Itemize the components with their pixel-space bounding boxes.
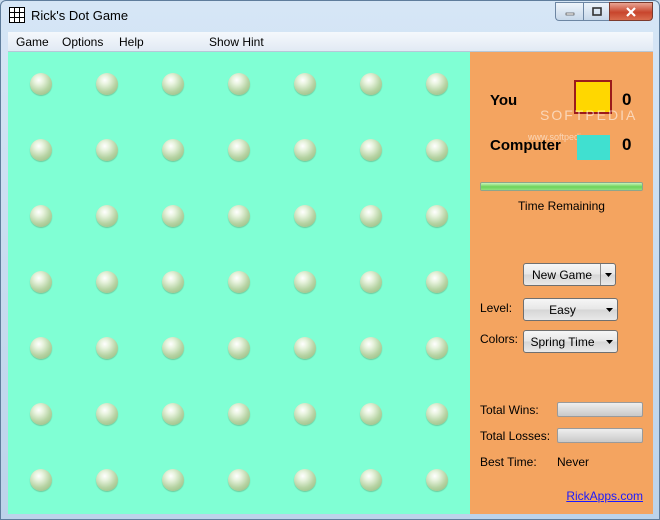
board-dot[interactable] <box>30 73 52 95</box>
maximize-icon <box>591 7 602 16</box>
board-dot[interactable] <box>96 73 118 95</box>
computer-score: 0 <box>622 135 632 154</box>
colors-value: Spring Time <box>530 334 595 349</box>
board-dot[interactable] <box>162 73 184 95</box>
menu-options[interactable]: Options <box>62 35 103 49</box>
board-dot[interactable] <box>426 271 448 293</box>
rickapps-link[interactable]: RickApps.com <box>566 489 643 503</box>
watermark-text: SOFTPEDIA <box>540 107 638 123</box>
menu-game[interactable]: Game <box>16 35 49 49</box>
menu-bar: Game Options Help Show Hint <box>8 32 653 52</box>
board-dot[interactable] <box>426 73 448 95</box>
board-dot[interactable] <box>294 337 316 359</box>
total-wins-label: Total Wins: <box>480 403 539 417</box>
time-remaining-fill <box>481 183 642 190</box>
board-dot[interactable] <box>426 205 448 227</box>
menu-show-hint[interactable]: Show Hint <box>209 35 264 49</box>
board-dot[interactable] <box>96 403 118 425</box>
grid-icon <box>9 7 25 23</box>
level-label: Level: <box>480 301 513 315</box>
board-dot[interactable] <box>228 271 250 293</box>
board-dot[interactable] <box>360 337 382 359</box>
total-losses-bar <box>557 428 643 443</box>
colors-label: Colors: <box>480 332 519 346</box>
new-game-dropdown[interactable] <box>600 264 615 285</box>
level-select[interactable]: Easy <box>523 298 618 321</box>
game-board[interactable] <box>8 52 470 514</box>
title-bar[interactable]: Rick's Dot Game <box>1 1 659 31</box>
board-dot[interactable] <box>228 73 250 95</box>
board-dot[interactable] <box>162 205 184 227</box>
minimize-button[interactable] <box>555 2 583 21</box>
board-dot[interactable] <box>426 139 448 161</box>
board-dot[interactable] <box>426 337 448 359</box>
board-dot[interactable] <box>162 139 184 161</box>
time-remaining-bar <box>480 182 643 191</box>
total-wins-bar <box>557 402 643 417</box>
caption-buttons <box>555 2 653 22</box>
board-dot[interactable] <box>294 271 316 293</box>
board-dot[interactable] <box>360 73 382 95</box>
board-dot[interactable] <box>30 205 52 227</box>
board-dot[interactable] <box>294 403 316 425</box>
board-dot[interactable] <box>294 139 316 161</box>
board-dot[interactable] <box>294 469 316 491</box>
window-title: Rick's Dot Game <box>31 8 129 23</box>
maximize-button[interactable] <box>583 2 609 21</box>
level-value: Easy <box>549 302 576 317</box>
board-dot[interactable] <box>96 337 118 359</box>
chevron-down-icon <box>601 307 617 312</box>
chevron-down-icon <box>604 272 612 277</box>
board-dot[interactable] <box>96 205 118 227</box>
colors-select[interactable]: Spring Time <box>523 330 618 353</box>
new-game-button[interactable]: New Game <box>523 263 616 286</box>
chevron-down-icon <box>601 339 617 344</box>
time-remaining-label: Time Remaining <box>518 199 605 213</box>
board-dot[interactable] <box>96 139 118 161</box>
board-dot[interactable] <box>228 403 250 425</box>
board-dot[interactable] <box>162 469 184 491</box>
app-window: Rick's Dot Game Game Options Help Show H… <box>0 0 660 520</box>
total-losses-label: Total Losses: <box>480 429 551 443</box>
you-label: You <box>490 92 518 109</box>
minimize-icon <box>565 12 574 15</box>
board-dot[interactable] <box>162 271 184 293</box>
board-dot[interactable] <box>30 403 52 425</box>
board-dot[interactable] <box>96 469 118 491</box>
close-icon <box>626 6 636 17</box>
board-dot[interactable] <box>360 139 382 161</box>
best-time-label: Best Time: <box>480 455 537 469</box>
board-dot[interactable] <box>360 205 382 227</box>
board-dot[interactable] <box>96 271 118 293</box>
board-dot[interactable] <box>30 469 52 491</box>
computer-color-swatch <box>577 135 610 160</box>
new-game-label: New Game <box>531 267 593 282</box>
board-dot[interactable] <box>294 73 316 95</box>
board-dot[interactable] <box>162 403 184 425</box>
board-dot[interactable] <box>228 469 250 491</box>
menu-help[interactable]: Help <box>119 35 144 49</box>
board-dot[interactable] <box>360 403 382 425</box>
board-dot[interactable] <box>30 139 52 161</box>
computer-label: Computer <box>490 137 561 154</box>
board-dot[interactable] <box>426 469 448 491</box>
close-button[interactable] <box>609 2 653 21</box>
board-dot[interactable] <box>426 403 448 425</box>
best-time-value: Never <box>557 455 590 469</box>
board-dot[interactable] <box>228 205 250 227</box>
board-dot[interactable] <box>162 337 184 359</box>
board-dot[interactable] <box>228 139 250 161</box>
board-dot[interactable] <box>360 469 382 491</box>
board-dot[interactable] <box>30 337 52 359</box>
board-dot[interactable] <box>294 205 316 227</box>
side-panel: You 0 SOFTPEDIA www.softpedia.com Comput… <box>470 52 653 514</box>
board-dot[interactable] <box>30 271 52 293</box>
board-dot[interactable] <box>228 337 250 359</box>
board-dot[interactable] <box>360 271 382 293</box>
